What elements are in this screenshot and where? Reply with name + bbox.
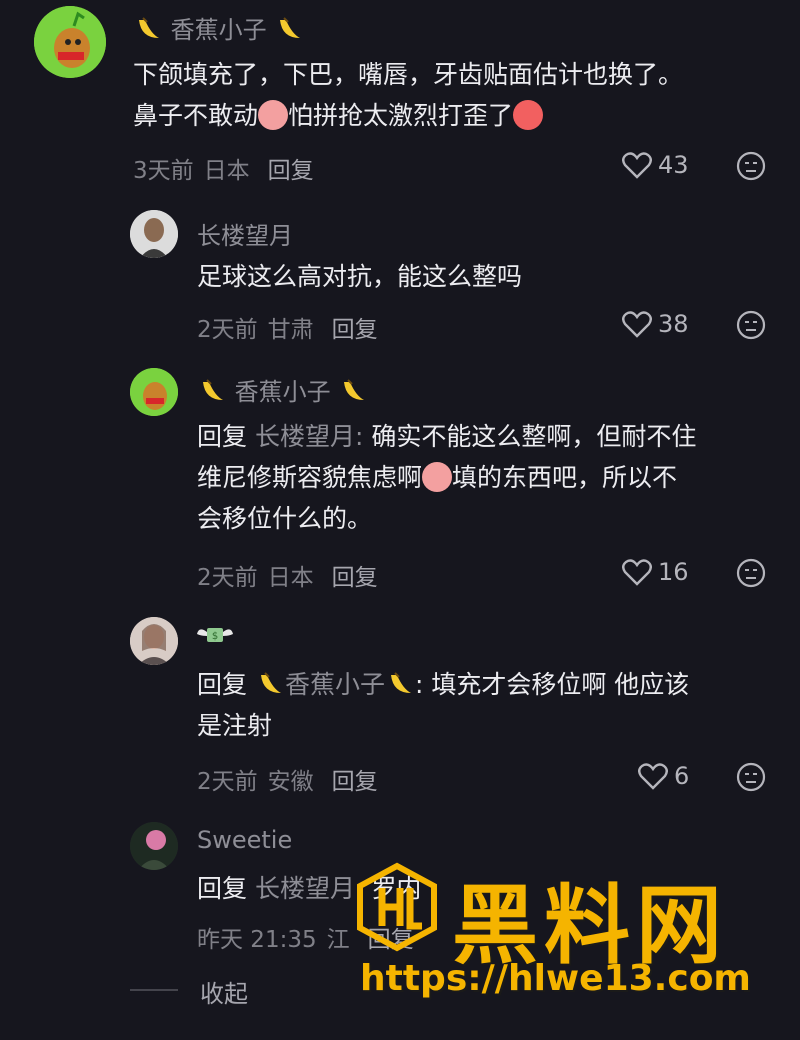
angry-emoji-icon (258, 100, 289, 130)
meh-face-icon (736, 558, 766, 588)
reply-target[interactable]: 香蕉小子 (255, 670, 415, 699)
heart-icon (622, 559, 652, 586)
comment-thread: 香蕉小子 下颌填充了，下巴，嘴唇，牙齿贴面估计也换了。 鼻子不敢动 怕拼抢太激烈打… (0, 0, 800, 1040)
banana-icon (385, 669, 415, 699)
divider (130, 989, 178, 991)
avatar[interactable] (34, 6, 106, 78)
comment-text: 下颌填充了，下巴，嘴唇，牙齿贴面估计也换了。 鼻子不敢动 怕拼抢太激烈打歪了 (133, 60, 684, 130)
heart-icon (622, 311, 652, 338)
cartoon-avatar-icon (130, 368, 178, 416)
avatar[interactable] (130, 210, 178, 258)
comment-text: 回复 长楼望月: 确实不能这么整啊，但耐不住 维尼修斯容貌焦虑啊 填的东西吧，所以… (197, 422, 697, 533)
avatar[interactable] (130, 822, 178, 870)
dislike-button[interactable] (736, 762, 766, 796)
dislike-button[interactable] (736, 151, 766, 185)
avatar[interactable] (130, 368, 178, 416)
like-count: 6 (674, 762, 690, 790)
person-avatar-icon (130, 210, 178, 258)
meh-face-icon (736, 151, 766, 181)
comment-username[interactable]: Sweetie (197, 826, 292, 854)
comment-username[interactable]: $ (197, 620, 233, 656)
like-count: 16 (658, 558, 689, 586)
reply-button[interactable]: 回复 (332, 317, 378, 343)
reply-button[interactable]: 回复 (332, 769, 378, 795)
comment-meta: 3天前 日本 回复 (133, 158, 314, 184)
comment-text: 足球这么高对抗，能这么整吗 (197, 262, 523, 291)
svg-text:$: $ (212, 631, 218, 642)
person-avatar-icon (130, 822, 178, 870)
like-button[interactable]: 38 (622, 310, 689, 338)
like-count: 38 (658, 310, 689, 338)
comment-meta: 2天前 甘肃 回复 (197, 317, 378, 343)
dislike-button[interactable] (736, 310, 766, 344)
like-button[interactable]: 16 (622, 558, 689, 586)
banana-icon (197, 376, 227, 406)
avatar[interactable] (130, 617, 178, 665)
reply-button[interactable]: 回复 (268, 158, 314, 184)
comment-text: 回复 香蕉小子: 填充才会移位啊 他应该 是注射 (197, 670, 690, 740)
laughing-emoji-icon (513, 100, 544, 130)
heart-icon (622, 152, 652, 179)
dislike-button[interactable] (736, 558, 766, 592)
banana-icon (133, 14, 163, 44)
meh-face-icon (736, 310, 766, 340)
like-count: 43 (658, 151, 689, 179)
comment-meta: 2天前 日本 回复 (197, 565, 378, 591)
heart-icon (638, 763, 668, 790)
like-button[interactable]: 6 (638, 762, 689, 790)
collapse-button[interactable]: 收起 (200, 974, 248, 1009)
cartoon-avatar-icon (34, 6, 106, 78)
comment-username[interactable]: 长楼望月 (197, 216, 293, 251)
watermark-logo-icon (352, 862, 442, 956)
banana-icon (255, 669, 285, 699)
crying-emoji-icon (422, 462, 453, 492)
banana-icon (338, 376, 368, 406)
meh-face-icon (736, 762, 766, 792)
like-button[interactable]: 43 (622, 151, 689, 179)
reply-target[interactable]: 长楼望月: (255, 422, 363, 451)
watermark-url: https://hlwe13.com (360, 958, 751, 999)
comment-username[interactable]: 香蕉小子 (197, 372, 368, 407)
money-wings-icon: $ (197, 628, 233, 642)
comment-username[interactable]: 香蕉小子 (133, 10, 304, 45)
comment-meta: 2天前 安徽 回复 (197, 769, 378, 795)
person-avatar-icon (130, 617, 178, 665)
reply-target[interactable]: 长楼望月: (255, 874, 363, 903)
banana-icon (274, 14, 304, 44)
reply-button[interactable]: 回复 (332, 565, 378, 591)
